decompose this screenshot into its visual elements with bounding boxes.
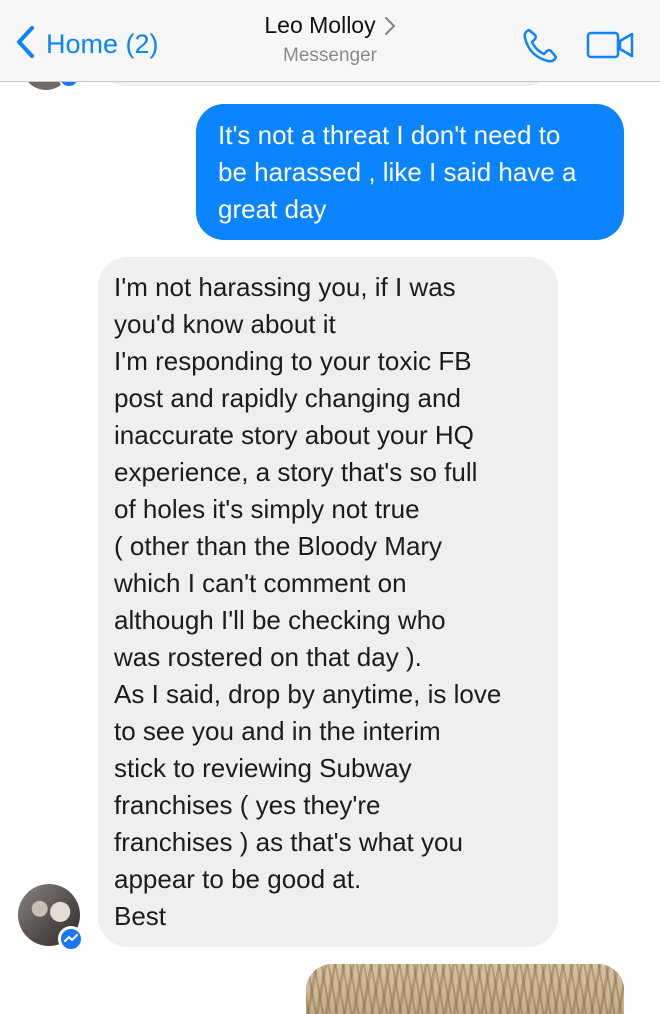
messenger-badge-icon <box>58 926 84 952</box>
message-line: great day <box>218 194 327 224</box>
conversation-title: Leo Molloy Messenger <box>0 12 660 67</box>
message-line: franchises ( yes they're <box>114 790 381 820</box>
message-line: I'm responding to your toxic FB <box>114 346 472 376</box>
message-line: to see you and in the interim <box>114 716 441 746</box>
contact-name-button[interactable]: Leo Molloy <box>264 12 395 39</box>
message-line: experience, a story that's so full <box>114 457 478 487</box>
message-line: appear to be good at. <box>114 864 362 894</box>
message-line: although I'll be checking who <box>114 605 446 635</box>
phone-icon[interactable] <box>520 26 560 66</box>
message-line: ( other than the Bloody Mary <box>114 531 443 561</box>
messenger-conversation: Home (2) Leo Molloy Messenger It's not a… <box>0 0 660 1014</box>
message-line: I'm not harassing you, if I was <box>114 272 456 302</box>
contact-name: Leo Molloy <box>264 12 376 38</box>
outgoing-message-bubble[interactable]: It's not a threat I don't need to be har… <box>196 104 624 240</box>
message-line: franchises ) as that's what you <box>114 827 463 857</box>
incoming-message-bubble[interactable]: I'm not harassing you, if I was you'd kn… <box>98 257 558 947</box>
message-line: stick to reviewing Subway <box>114 753 412 783</box>
video-camera-icon[interactable] <box>586 30 636 60</box>
message-line: Best <box>114 901 167 931</box>
message-line: It's not a threat I don't need to <box>218 120 561 150</box>
message-line: inaccurate story about your HQ <box>114 420 474 450</box>
navigation-bar: Home (2) Leo Molloy Messenger <box>0 0 660 82</box>
conversation-subtitle: Messenger <box>283 45 377 66</box>
message-line: As I said, drop by anytime, is love <box>114 679 502 709</box>
message-line: you'd know about it <box>114 309 336 339</box>
message-line: of holes it's simply not true <box>114 494 420 524</box>
outgoing-image-message[interactable] <box>306 964 624 1014</box>
chevron-right-icon <box>384 16 396 36</box>
message-line: be harassed , like I said have a <box>218 157 577 187</box>
message-line: which I can't comment on <box>114 568 407 598</box>
message-line: was rostered on that day ). <box>114 642 422 672</box>
message-line: post and rapidly changing and <box>114 383 461 413</box>
